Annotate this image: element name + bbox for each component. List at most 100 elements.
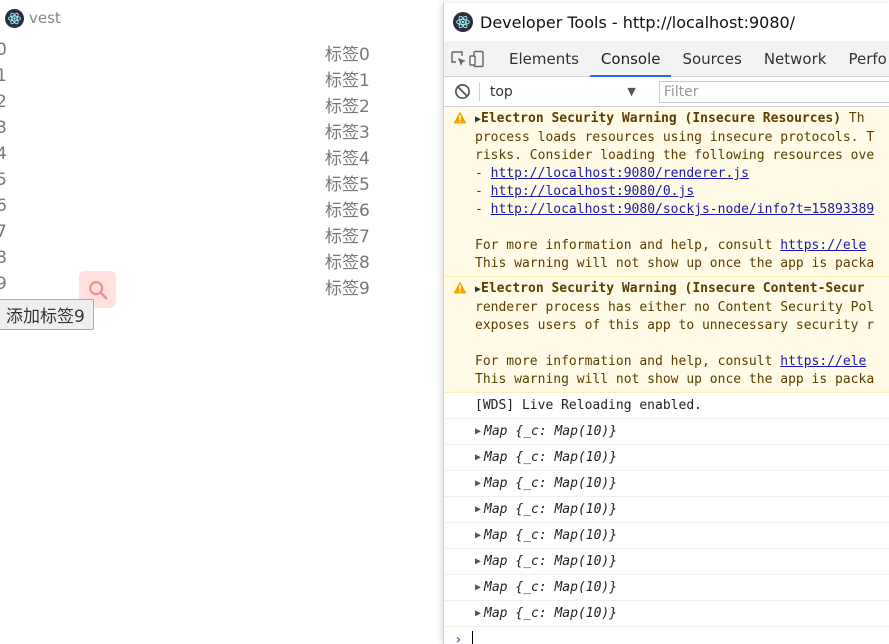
tag-index: 1 xyxy=(0,66,7,86)
device-toolbar-icon[interactable] xyxy=(468,41,486,76)
expand-triangle-icon[interactable]: ▶ xyxy=(475,504,481,515)
map-object-preview: Map {_c: Map(10)} xyxy=(484,554,618,569)
expand-triangle-icon[interactable]: ▶ xyxy=(475,608,481,619)
toolbar-divider xyxy=(478,82,480,101)
tag-index: 6 xyxy=(0,196,7,216)
warning-blank-line xyxy=(475,335,889,353)
expand-triangle-icon[interactable]: ▶ xyxy=(475,452,481,463)
help-text: For more information and help, consult xyxy=(475,354,781,369)
expand-triangle-icon[interactable]: ▶ xyxy=(475,530,481,541)
map-object-preview: Map {_c: Map(10)} xyxy=(484,450,618,465)
tag-label: 标签6 xyxy=(325,201,370,221)
list-dash: - xyxy=(475,184,491,199)
tag-label: 标签0 xyxy=(325,45,370,65)
expand-triangle-icon[interactable]: ▶ xyxy=(475,582,481,593)
warning-icon xyxy=(453,281,467,300)
tag-label: 标签8 xyxy=(325,253,370,273)
clear-console-icon[interactable] xyxy=(448,83,477,100)
tab-performance[interactable]: Perfo xyxy=(837,41,889,76)
inspect-element-icon[interactable] xyxy=(450,41,468,76)
console-object-row[interactable]: ▶ Map {_c: Map(10)} xyxy=(444,601,889,627)
tag-index: 2 xyxy=(0,92,7,112)
console-object-row[interactable]: ▶ Map {_c: Map(10)} xyxy=(444,419,889,445)
warning-text-line: process loads resources using insecure p… xyxy=(475,130,875,145)
console-object-row[interactable]: ▶ Map {_c: Map(10)} xyxy=(444,575,889,601)
map-object-preview: Map {_c: Map(10)} xyxy=(484,502,618,517)
context-selector-value: top xyxy=(489,83,513,100)
expand-triangle-icon[interactable]: ▶ xyxy=(475,478,481,489)
app-window: vest 0 标签0 1 标签1 2 标签2 3 标签3 4 标签4 5 标签5 6 标签6 7 标签7 8 标签… xyxy=(0,0,444,644)
app-title: vest xyxy=(29,9,61,27)
tag-label: 标签7 xyxy=(325,227,370,247)
help-link[interactable]: https://ele xyxy=(780,354,866,369)
tab-console[interactable]: Console xyxy=(589,41,672,77)
console-object-row[interactable]: ▶ Map {_c: Map(10)} xyxy=(444,497,889,523)
tab-elements[interactable]: Elements xyxy=(498,41,590,76)
tag-label: 标签4 xyxy=(325,149,370,169)
tag-row: 3 标签3 xyxy=(0,116,444,143)
tag-index: 5 xyxy=(0,170,7,190)
map-object-preview: Map {_c: Map(10)} xyxy=(484,606,618,621)
console-prompt[interactable]: › xyxy=(444,627,889,644)
filter-placeholder: Filter xyxy=(663,83,699,100)
console-toolbar: top ▼ Filter xyxy=(444,77,889,107)
tag-index: 0 xyxy=(0,40,7,60)
map-object-preview: Map {_c: Map(10)} xyxy=(484,580,618,595)
security-warning: ▶Electron Security Warning (Insecure Con… xyxy=(444,277,889,393)
warning-title: Electron Security Warning (Insecure Cont… xyxy=(481,281,865,296)
expand-triangle-icon[interactable]: ▶ xyxy=(475,426,481,437)
console-object-row[interactable]: ▶ Map {_c: Map(10)} xyxy=(444,471,889,497)
electron-logo-icon xyxy=(5,8,24,28)
console-object-row[interactable]: ▶ Map {_c: Map(10)} xyxy=(444,445,889,471)
list-dash: - xyxy=(475,166,491,181)
devtools-window-title: Developer Tools - http://localhost:9080/ xyxy=(480,12,796,32)
tag-label: 标签5 xyxy=(325,175,370,195)
console-object-row[interactable]: ▶ Map {_c: Map(10)} xyxy=(444,523,889,549)
map-object-preview: Map {_c: Map(10)} xyxy=(484,476,618,491)
warning-header[interactable]: ▶Electron Security Warning (Insecure Con… xyxy=(475,280,889,299)
devtools-window: Developer Tools - http://localhost:9080/… xyxy=(443,3,889,644)
warning-link-line: - http://localhost:9080/0.js xyxy=(475,183,889,201)
tag-row: 2 标签2 xyxy=(0,90,444,117)
map-object-preview: Map {_c: Map(10)} xyxy=(484,528,618,543)
tag-row: 9 标签9 xyxy=(0,272,444,299)
text-caret xyxy=(472,631,474,644)
devtools-titlebar: Developer Tools - http://localhost:9080/ xyxy=(444,3,889,41)
tag-index: 7 xyxy=(0,222,7,242)
tag-row: 0 标签0 xyxy=(0,38,444,65)
list-dash: - xyxy=(475,202,491,217)
console-object-row[interactable]: ▶ Map {_c: Map(10)} xyxy=(444,549,889,575)
prompt-chevron-icon: › xyxy=(454,631,463,644)
tag-index: 9 xyxy=(0,274,7,294)
electron-logo-icon xyxy=(453,12,473,32)
warning-footer: This warning will not show up once the a… xyxy=(475,372,875,387)
resource-link[interactable]: http://localhost:9080/sockjs-node/info?t… xyxy=(491,202,875,217)
warning-header[interactable]: ▶Electron Security Warning (Insecure Res… xyxy=(475,110,889,129)
warning-title-tail: Th xyxy=(841,111,865,126)
tab-network[interactable]: Network xyxy=(753,41,838,76)
tag-row: 7 标签7 xyxy=(0,220,444,247)
map-object-preview: Map {_c: Map(10)} xyxy=(484,424,618,439)
warning-help-line: For more information and help, consult h… xyxy=(475,353,889,371)
warning-icon xyxy=(453,111,467,130)
tag-index: 8 xyxy=(0,248,7,268)
security-warning: ▶Electron Security Warning (Insecure Res… xyxy=(444,107,889,277)
context-selector[interactable]: top ▼ xyxy=(490,84,644,100)
help-text: For more information and help, consult xyxy=(475,238,781,253)
tag-label: 标签3 xyxy=(325,123,370,143)
warning-footer: This warning will not show up once the a… xyxy=(475,256,875,271)
tab-sources[interactable]: Sources xyxy=(671,41,752,76)
warning-help-line: For more information and help, consult h… xyxy=(475,237,889,255)
resource-link[interactable]: http://localhost:9080/0.js xyxy=(491,184,695,199)
tag-label: 标签2 xyxy=(325,97,370,117)
add-tag-button[interactable]: 添加标签9 xyxy=(0,299,94,330)
warning-text-line: renderer process has either no Content S… xyxy=(475,300,875,315)
expand-triangle-icon[interactable]: ▶ xyxy=(475,556,481,567)
console-messages: ▶ Electron Security Warning (Insecure Res… xyxy=(444,107,889,644)
tag-index: 3 xyxy=(0,118,7,138)
warning-link-line: - http://localhost:9080/renderer.js xyxy=(475,165,889,183)
filter-input[interactable]: Filter xyxy=(658,80,889,103)
help-link[interactable]: https://ele xyxy=(780,238,866,253)
tag-label: 标签9 xyxy=(325,279,370,299)
resource-link[interactable]: http://localhost:9080/renderer.js xyxy=(491,166,749,181)
